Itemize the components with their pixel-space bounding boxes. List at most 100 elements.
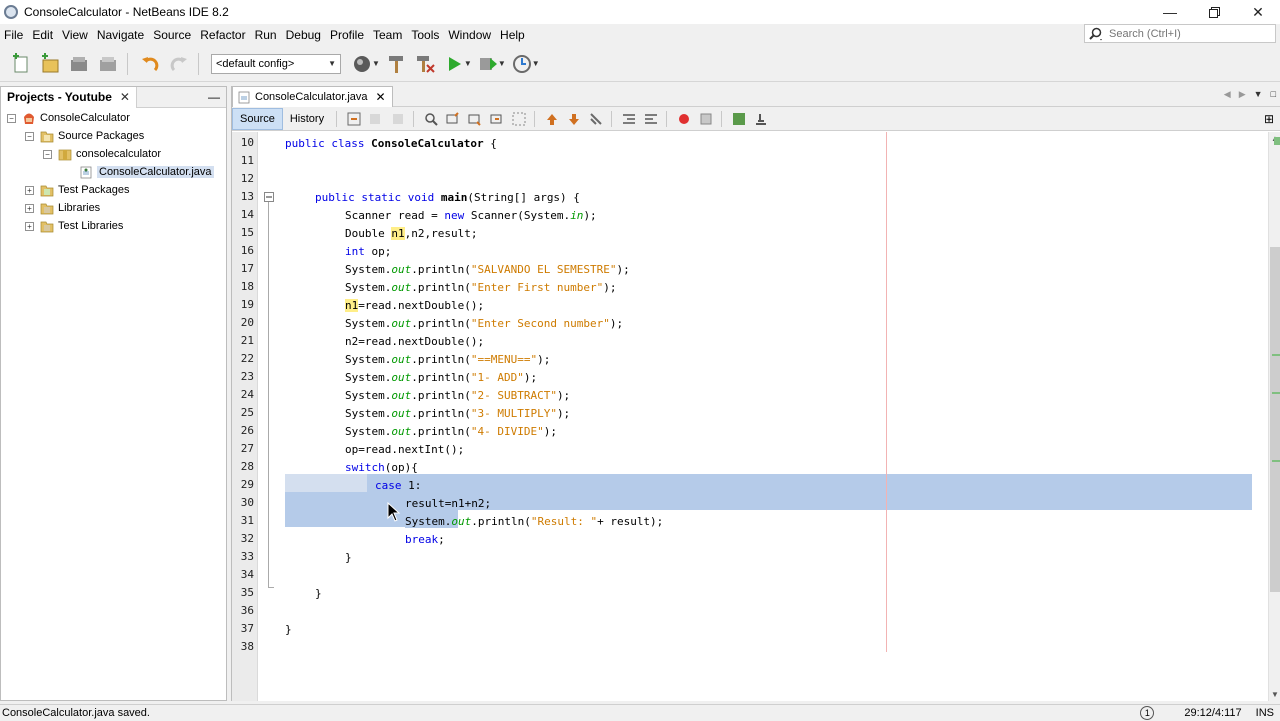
start-macro-icon[interactable] [674,110,694,128]
menu-profile[interactable]: Profile [326,28,369,42]
tab-source[interactable]: Source [232,107,283,130]
last-edit-icon[interactable] [344,110,364,128]
projects-tab[interactable]: Projects - Youtube ✕ [1,86,137,108]
hammer-icon[interactable] [383,51,409,77]
menu-source[interactable]: Source [149,28,196,42]
forward-icon[interactable] [388,110,408,128]
collapse-toggle-icon[interactable]: − [25,131,34,141]
scrollbar-thumb[interactable] [1270,247,1280,592]
collapse-toggle-icon[interactable]: − [7,113,16,123]
code-editor[interactable]: 10 11 12 13 14 15 16 17 18 19 20 21 22 2… [232,132,1280,701]
tab-history[interactable]: History [283,108,331,130]
menu-window[interactable]: Window [444,28,496,42]
menu-debug[interactable]: Debug [282,28,326,42]
insert-mode[interactable]: INS [1256,707,1274,719]
find-previous-icon[interactable] [443,110,463,128]
menu-navigate[interactable]: Navigate [93,28,149,42]
line-number: 34 [240,568,254,581]
error-stripe-mark[interactable] [1272,354,1280,356]
comment-icon[interactable] [729,110,749,128]
menu-refactor[interactable]: Refactor [196,28,250,42]
menu-tools[interactable]: Tools [407,28,444,42]
back-icon[interactable] [366,110,386,128]
maximize-window-icon[interactable]: □ [1271,89,1276,100]
search-input[interactable] [1109,27,1269,40]
shift-left-icon[interactable] [619,110,639,128]
find-next-icon[interactable] [465,110,485,128]
tree-item-libraries[interactable]: + Libraries [25,199,100,217]
string-literal: "4- DIVIDE" [470,425,544,438]
new-project-icon[interactable] [37,51,63,77]
search-icon[interactable] [1089,27,1103,41]
next-bookmark-icon[interactable] [564,110,584,128]
static-field: out [391,407,412,420]
scroll-down-icon[interactable]: ▼ [1271,690,1279,699]
scroll-tabs-left-icon[interactable]: ◀ [1224,89,1231,100]
notifications-icon[interactable]: 1 [1140,706,1155,720]
menu-run[interactable]: Run [251,28,282,42]
toggle-highlight-icon[interactable] [509,110,529,128]
collapse-toggle-icon[interactable]: − [43,149,52,159]
run-dropdown-icon[interactable]: ▼ [464,59,472,68]
code-text: ); [556,407,571,420]
globe-dropdown-icon[interactable]: ▼ [372,59,380,68]
stop-macro-icon[interactable] [696,110,716,128]
fold-toggle-icon[interactable] [264,192,274,202]
expand-toggle-icon[interactable]: + [25,185,34,195]
find-icon[interactable] [421,110,441,128]
tree-item-project[interactable]: − ConsoleCalculator [7,109,130,127]
code-text: } [315,587,322,600]
shift-right-icon[interactable] [641,110,661,128]
debug-dropdown-icon[interactable]: ▼ [498,59,506,68]
tree-item-java-file[interactable]: ConsoleCalculator.java [79,163,214,181]
show-opened-documents-icon[interactable]: ▼ [1254,89,1263,100]
close-icon[interactable]: ✕ [120,90,130,104]
code-text: ); [609,317,624,330]
undo-icon[interactable] [137,51,163,77]
minimize-panel-icon[interactable]: — [208,90,220,104]
menu-view[interactable]: View [58,28,93,42]
scroll-tabs-right-icon[interactable]: ▶ [1239,89,1246,100]
menu-file[interactable]: File [0,28,28,42]
expand-toggle-icon[interactable]: + [25,203,34,213]
tree-item-test-libraries[interactable]: + Test Libraries [25,217,123,235]
code-text: System. [345,407,392,420]
uncomment-icon[interactable] [751,110,771,128]
tree-item-source-packages[interactable]: − Source Packages [25,127,144,145]
profile-dropdown-icon[interactable]: ▼ [532,59,540,68]
close-project-icon[interactable] [95,51,121,77]
caret-position[interactable]: 29:12/4:117 [1184,707,1241,719]
vertical-scrollbar[interactable]: ▲ ▼ [1268,132,1280,701]
tree-item-label: consolecalculator [76,148,161,160]
toggle-bookmark-icon[interactable] [586,110,606,128]
tree-item-package[interactable]: − consolecalculator [43,145,161,163]
menu-edit[interactable]: Edit [28,28,58,42]
split-editor-icon[interactable]: ⊞ [1264,112,1274,126]
menu-help[interactable]: Help [496,28,530,42]
minimize-button[interactable]: — [1148,0,1192,24]
expand-toggle-icon[interactable]: + [25,221,34,231]
line-number: 22 [240,352,254,365]
restore-button[interactable] [1192,0,1236,24]
code-text: .println( [411,425,471,438]
find-selection-icon[interactable] [487,110,507,128]
tree-item-label: Libraries [58,202,101,214]
close-icon[interactable]: ✕ [376,90,386,104]
right-margin-line [886,132,887,652]
clean-build-icon[interactable] [412,51,438,77]
open-project-icon[interactable] [66,51,92,77]
config-select[interactable]: <default config> ▼ [211,53,341,74]
prev-bookmark-icon[interactable] [542,110,562,128]
error-stripe-mark[interactable] [1272,460,1280,462]
tree-item-test-packages[interactable]: + Test Packages [25,181,130,199]
new-file-icon[interactable] [8,51,34,77]
static-field: out [391,281,412,294]
error-stripe-status-icon[interactable] [1274,137,1280,145]
redo-icon[interactable] [166,51,192,77]
menu-team[interactable]: Team [369,28,407,42]
code-line-25: System.out.println("3- MULTIPLY"); [345,405,570,423]
editor-file-tab[interactable]: ConsoleCalculator.java ✕ [232,86,393,107]
close-window-button[interactable]: ✕ [1236,0,1280,24]
title-bar: ConsoleCalculator - NetBeans IDE 8.2 — ✕ [0,0,1280,24]
error-stripe-mark[interactable] [1272,392,1280,394]
